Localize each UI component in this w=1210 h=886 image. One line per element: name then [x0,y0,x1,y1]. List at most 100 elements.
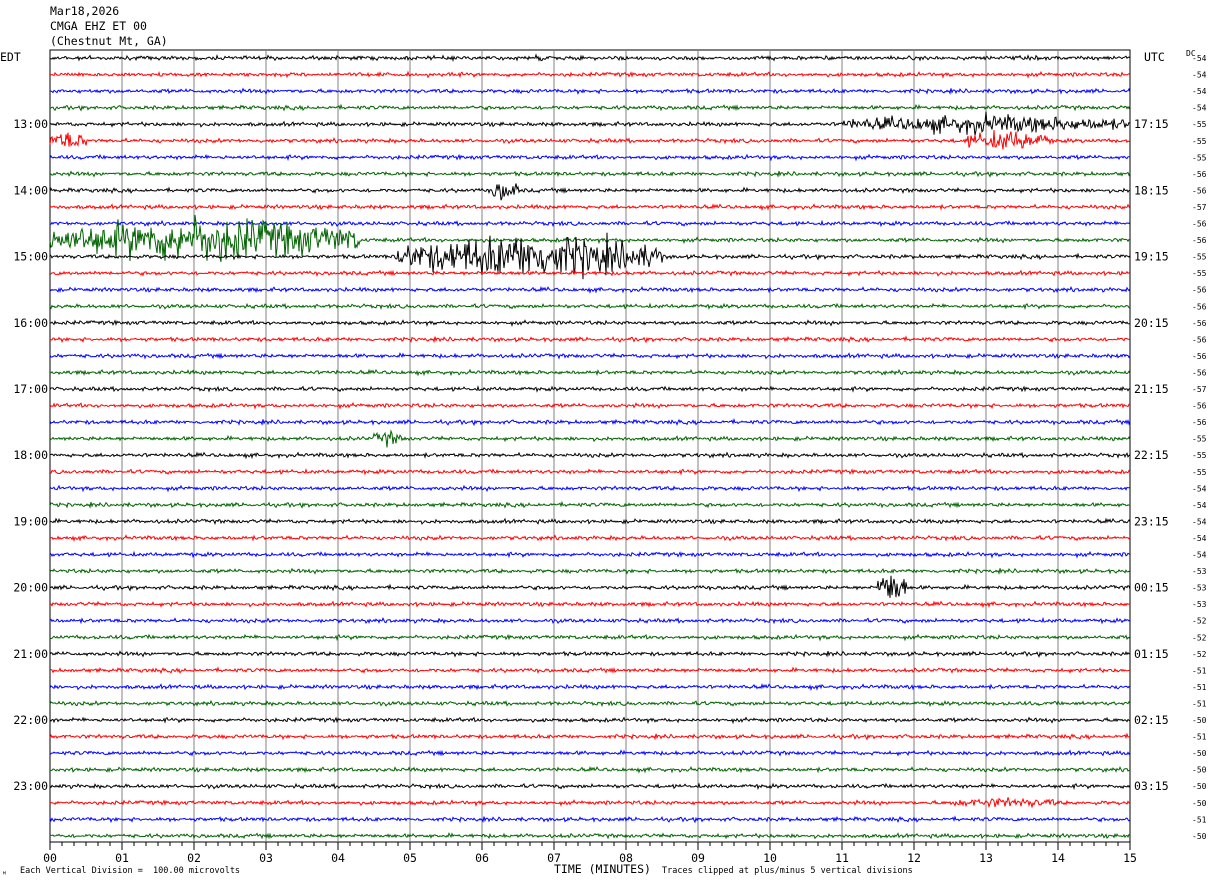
seismogram-plot: 00 01 02 03 04 05 06 07 08 09 10 11 12 13 14 1513:0014:… [13,49,1207,865]
seismic-trace [49,815,1131,824]
x-tick-label: 02 [187,851,201,865]
time-grid [49,49,1131,850]
local-hour-label: 13:00 [13,117,48,131]
utc-hour-label: 18:15 [1134,183,1169,197]
dc-offset-value: -55 [1192,468,1207,477]
x-tick-label: 00 [43,851,57,865]
utc-hour-label: 19:15 [1134,250,1169,264]
dc-offset-value: -56 [1192,319,1207,328]
seismic-trace [49,352,1131,360]
seismic-trace [49,129,1131,150]
utc-hour-label: 22:15 [1134,448,1169,462]
local-hour-label: 18:00 [13,448,48,462]
dc-offset-value: -55 [1192,253,1207,262]
seismic-trace [49,53,1131,63]
dc-offset-value: -52 [1192,633,1207,642]
dc-offset-value: -51 [1192,666,1207,675]
dc-offset-value: -56 [1192,302,1207,311]
dc-offset-value: -54 [1192,517,1207,526]
x-axis-title: TIME (MINUTES) [554,862,651,876]
local-hour-label: 21:00 [13,647,48,661]
scale-note: Each Vertical Division = 100.00 microvol… [20,866,241,876]
seismic-trace [49,616,1131,625]
dc-offset-value: -50 [1192,716,1207,725]
seismic-trace [49,575,1131,598]
utc-hour-label: 20:15 [1134,316,1169,330]
local-hour-label: 19:00 [13,514,48,528]
utc-hour-label: 23:15 [1134,514,1169,528]
dc-offset-value: -50 [1192,766,1207,775]
seismic-trace [49,650,1131,658]
dc-offset-value: -54 [1192,551,1207,560]
dc-offset-value: -56 [1192,368,1207,377]
seismic-trace [49,749,1131,757]
local-hour-label: 17:00 [13,382,48,396]
seismic-trace [49,368,1131,377]
seismic-trace [49,832,1131,840]
local-hour-label: 22:00 [13,713,48,727]
dc-offset-value: -56 [1192,186,1207,195]
seismic-trace [49,335,1131,344]
seismic-trace [49,633,1131,642]
x-tick-label: 14 [1051,851,1065,865]
utc-hour-label: 00:15 [1134,581,1169,595]
x-tick-label: 06 [475,851,489,865]
dc-offset-value: -52 [1192,617,1207,626]
dc-offset-value: -56 [1192,170,1207,179]
seismic-trace [49,765,1131,774]
dc-offset-value: -54 [1192,484,1207,493]
dc-offset-value: -54 [1192,534,1207,543]
seismic-trace [49,429,1131,448]
seismic-trace [49,302,1131,311]
dc-offset-value: -51 [1192,815,1207,824]
seismic-trace [49,418,1131,427]
dc-offset-value: -54 [1192,501,1207,510]
dc-offset-value: -55 [1192,451,1207,460]
dc-offset-value: -56 [1192,335,1207,344]
seismic-trace [49,468,1131,476]
corner-mark: ᴹ [2,870,7,879]
dc-offset-value: -54 [1192,71,1207,80]
dc-offset-value: -50 [1192,749,1207,758]
x-tick-label: 12 [907,851,921,865]
dc-offset-value: -56 [1192,418,1207,427]
dc-offset-value: -55 [1192,435,1207,444]
dc-offset-value: -56 [1192,286,1207,295]
seismic-trace [49,87,1131,95]
seismic-trace [49,285,1131,294]
local-hour-label: 20:00 [13,581,48,595]
seismic-trace [49,401,1130,410]
dc-offset-value: -54 [1192,104,1207,113]
seismic-trace [49,550,1131,559]
dc-offset-value: -53 [1192,600,1207,609]
utc-hour-label: 17:15 [1134,117,1169,131]
dc-offset-value: -50 [1192,782,1207,791]
dc-offset-value: -55 [1192,269,1207,278]
dc-offset-value: -57 [1192,203,1207,212]
dc-offset-value: -54 [1192,87,1207,96]
seismic-trace [49,219,1131,228]
dc-offset-value: -50 [1192,832,1207,841]
dc-offset-value: -54 [1192,54,1207,63]
seismic-trace [49,666,1131,675]
seismic-trace [49,500,1131,509]
seismic-trace [49,699,1131,708]
x-tick-label: 11 [835,851,849,865]
dc-offset-value: -53 [1192,584,1207,593]
clip-note: Traces clipped at plus/minus 5 vertical … [662,866,913,876]
seismic-trace [49,517,1131,525]
seismic-trace [49,683,1131,692]
dc-offset-value: -55 [1192,137,1207,146]
x-tick-label: 04 [331,851,345,865]
x-tick-label: 13 [979,851,993,865]
seismic-trace [49,111,1131,136]
seismic-trace [49,567,1131,575]
seismic-trace [49,269,1131,277]
seismic-trace [49,716,1131,725]
trace-group [49,53,1131,840]
x-tick-label: 10 [763,851,777,865]
seismic-trace [49,451,1131,460]
seismic-trace [49,484,1131,493]
dc-offset-value: -55 [1192,153,1207,162]
seismic-trace [49,183,1131,201]
